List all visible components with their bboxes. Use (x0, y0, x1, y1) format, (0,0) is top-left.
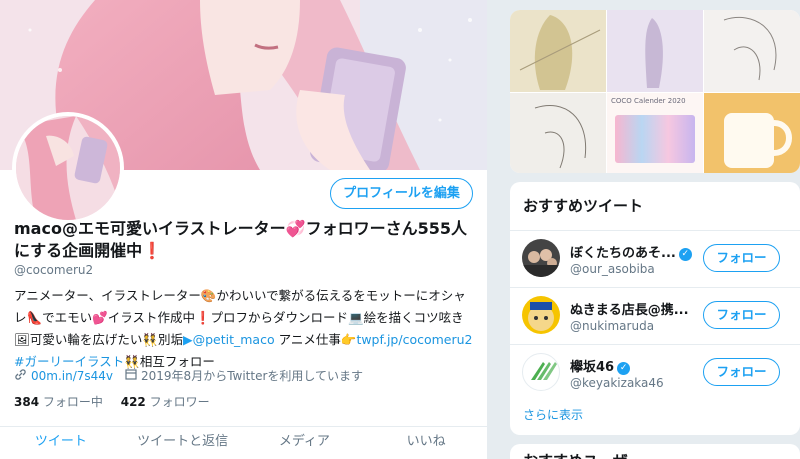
media-grid: COCO Calender 2020 (510, 10, 800, 173)
media-thumbnail[interactable] (704, 93, 800, 173)
media-thumbnail[interactable] (510, 93, 606, 173)
bio-text: アニメーター、イラストレーター (14, 288, 201, 303)
sketch-image (534, 104, 587, 169)
recommended-item[interactable]: 欅坂46 ✓ @keyakizaka46 フォロー (510, 344, 800, 402)
followers-count: 422 (120, 395, 146, 409)
joined-date: 2019年8月からTwitterを利用しています (141, 369, 364, 383)
following-label: フォロー中 (42, 395, 103, 409)
profile-panel: プロフィールを編集 maco@エモ可愛いイラストレーター💞フォロワーさん555人… (0, 0, 487, 459)
next-card-title: おすすめユーザー (523, 450, 643, 459)
heart-icon: 💞 (285, 219, 306, 238)
recommended-item[interactable]: ぬきまる店長@携... @nukimaruda フォロー (510, 287, 800, 345)
following-count: 384 (14, 395, 40, 409)
recommended-accounts: おすすめツイート ぼくたちのあそ... ✓ @our_asobiba フォロー ぬ… (510, 182, 800, 435)
account-handle: @our_asobiba (570, 262, 655, 276)
palette-icon: 🎨 (200, 288, 217, 303)
account-name-text: ぬきまる店長@携... (570, 303, 689, 318)
bio-text: 別垢 (157, 332, 183, 347)
sketch-image (723, 16, 777, 81)
followers-label: フォロワー (149, 395, 210, 409)
verified-badge-icon: ✓ (678, 248, 692, 261)
girls-icon: 👯 (142, 332, 158, 347)
exclamation-icon: ❗ (142, 241, 163, 260)
follow-button[interactable]: フォロー (703, 244, 780, 272)
tab-tweets[interactable]: ツイート (0, 427, 122, 459)
calendar-icon (125, 368, 137, 383)
media-thumbnail[interactable] (510, 10, 606, 92)
mention-link[interactable]: @petit_maco (193, 332, 275, 347)
show-more-link[interactable]: さらに表示 (523, 406, 583, 423)
bio-text: でエモい (42, 310, 93, 325)
bio-text: プロフからダウンロード (210, 310, 349, 325)
profile-avatar[interactable] (12, 112, 124, 224)
heart-icon: 💕 (92, 310, 108, 325)
website-link[interactable]: 00m.in/7s44v (31, 369, 113, 383)
heel-icon: 👠 (26, 310, 43, 325)
follow-button[interactable]: フォロー (703, 358, 780, 386)
recommended-item[interactable]: ぼくたちのあそ... ✓ @our_asobiba フォロー (510, 230, 800, 288)
followers-link[interactable]: 422 フォロワー (121, 395, 210, 409)
avatar[interactable] (522, 239, 560, 277)
avatar[interactable] (522, 296, 560, 334)
avatar[interactable] (522, 353, 560, 391)
bio-url-link[interactable]: twpf.jp/cocomeru2 (356, 332, 472, 347)
bio-text: 可愛い輪を広げたい (29, 332, 143, 347)
account-name[interactable]: 欅坂46 ✓ (570, 356, 631, 375)
media-thumbnail[interactable] (607, 10, 703, 92)
laptop-icon: 💻 (348, 310, 364, 325)
account-name[interactable]: ぼくたちのあそ... ✓ (570, 242, 692, 261)
bio-text: 絵を描くコツ呟き (363, 310, 464, 325)
avatar-illustration (16, 116, 120, 220)
verified-badge-icon: ✓ (617, 362, 631, 375)
display-name-part1: maco@エモ可愛いイラストレーター (14, 219, 286, 238)
pointing-hand-icon: 👉 (340, 332, 357, 347)
calendar-cards (615, 115, 695, 163)
profile-handle: @cocomeru2 (14, 263, 94, 277)
following-link[interactable]: 384 フォロー中 (14, 395, 103, 409)
exclamation-icon: ❗ (194, 310, 211, 325)
account-name-text: 欅坂46 (570, 360, 615, 375)
account-handle: @nukimaruda (570, 319, 655, 333)
profile-bio: アニメーター、イラストレーター🎨かわいいで繋がる伝えるをモットーにオシャレ👠でエ… (14, 285, 476, 373)
display-name: maco@エモ可愛いイラストレーター💞フォロワーさん555人にする企画開催中❗ (14, 218, 474, 262)
link-icon (14, 368, 27, 384)
play-icon: ▶ (182, 332, 193, 347)
account-handle: @keyakizaka46 (570, 376, 664, 390)
tab-tweets-replies[interactable]: ツイートと返信 (122, 427, 244, 459)
media-thumbnail[interactable]: COCO Calender 2020 (607, 93, 703, 173)
picture-icon: 🖼 (14, 332, 30, 347)
profile-meta: 00m.in/7s44v 2019年8月からTwitterを利用しています (14, 367, 363, 384)
media-thumbnail[interactable] (704, 10, 800, 92)
account-name[interactable]: ぬきまる店長@携... (570, 299, 689, 318)
profile-tabs: ツイート ツイートと返信 メディア いいね (0, 426, 487, 459)
calendar-title: COCO Calender 2020 (611, 97, 686, 105)
sketch-image (645, 18, 663, 88)
bio-text: アニメ仕事 (274, 332, 341, 347)
bio-text: イラスト作成中 (107, 310, 195, 325)
next-card: おすすめユーザー (510, 444, 800, 459)
follow-button[interactable]: フォロー (703, 301, 780, 329)
mug-image (724, 113, 792, 168)
tab-likes[interactable]: いいね (365, 427, 487, 459)
account-name-text: ぼくたちのあそ... (570, 246, 676, 261)
edit-profile-button[interactable]: プロフィールを編集 (330, 178, 473, 209)
keyakizaka-logo-image (531, 362, 557, 380)
group-photo-image (522, 249, 560, 277)
recommended-title: おすすめツイート (523, 197, 644, 215)
mascot-image (528, 302, 554, 331)
tab-media[interactable]: メディア (244, 427, 366, 459)
follow-counts: 384 フォロー中 422 フォロワー (14, 393, 210, 410)
sketch-image (519, 15, 601, 90)
